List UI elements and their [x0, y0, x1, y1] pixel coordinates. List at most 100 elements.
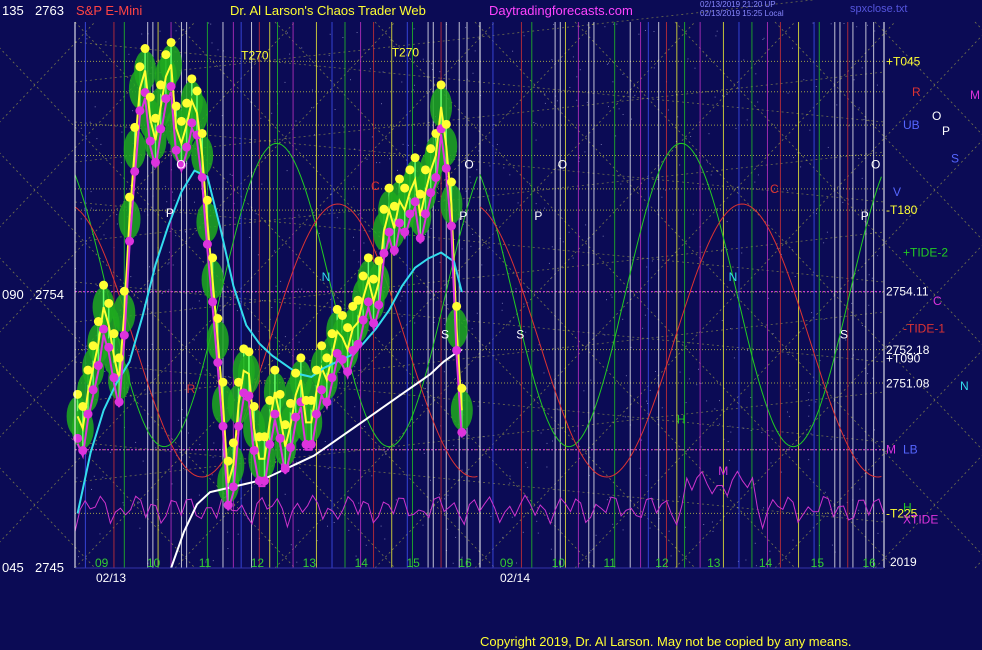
- high-dot: [311, 365, 321, 375]
- star-dot: [807, 399, 809, 401]
- star-dot: [438, 239, 440, 241]
- author-title: Dr. Al Larson's Chaos Trader Web: [230, 3, 426, 18]
- star-dot: [343, 126, 345, 128]
- high-dot: [88, 341, 98, 351]
- star-dot: [284, 81, 286, 83]
- right-level-label: +T045: [886, 54, 921, 68]
- low-dot: [374, 300, 384, 310]
- star-dot: [687, 58, 689, 60]
- high-dot: [187, 74, 197, 84]
- high-dot: [415, 189, 425, 199]
- low-dot: [285, 442, 295, 452]
- y-tick-value: 2745: [35, 560, 64, 575]
- low-dot: [182, 142, 192, 152]
- star-dot: [515, 288, 517, 290]
- right-level-label: S: [951, 152, 959, 166]
- chart-canvas: 090 2754045 2745 09 10 11 12 13 14 15 16 09 10 11 12 13…: [0, 0, 982, 650]
- star-dot: [161, 293, 163, 294]
- chart-letter: T270: [241, 48, 269, 62]
- star-dot: [700, 382, 702, 384]
- star-dot: [826, 231, 828, 233]
- star-dot: [770, 462, 772, 464]
- chart-letter: H: [677, 412, 686, 426]
- star-dot: [311, 107, 313, 109]
- star-dot: [164, 185, 166, 187]
- star-dot: [298, 341, 300, 343]
- high-dot: [93, 317, 103, 327]
- star-dot: [474, 50, 476, 52]
- star-dot: [167, 263, 169, 265]
- x-date-label: 02/13: [96, 571, 126, 585]
- star-dot: [138, 501, 140, 503]
- low-dot: [228, 482, 238, 492]
- high-dot: [369, 274, 379, 284]
- star-dot: [584, 151, 586, 153]
- data-file-name: spxclose.txt: [850, 3, 908, 15]
- star-dot: [503, 167, 505, 169]
- star-dot: [318, 232, 320, 234]
- star-dot: [368, 357, 370, 359]
- star-dot: [595, 534, 597, 536]
- star-dot: [402, 143, 404, 145]
- star-dot: [210, 23, 212, 25]
- star-dot: [423, 452, 425, 454]
- star-dot: [443, 371, 445, 373]
- site-link[interactable]: Daytradingforecasts.com: [489, 3, 633, 18]
- high-dot: [125, 192, 135, 202]
- star-dot: [548, 262, 550, 264]
- star-dot: [831, 544, 833, 546]
- star-dot: [536, 520, 538, 522]
- star-dot: [696, 384, 698, 386]
- star-dot: [465, 190, 467, 192]
- star-dot: [622, 318, 624, 320]
- high-dot: [374, 256, 384, 266]
- low-dot: [457, 427, 467, 437]
- high-dot: [150, 113, 160, 123]
- star-dot: [212, 560, 214, 562]
- star-dot: [808, 405, 810, 407]
- star-dot: [350, 79, 351, 81]
- star-dot: [470, 182, 472, 184]
- star-dot: [604, 26, 606, 28]
- star-dot: [551, 59, 553, 61]
- star-dot: [371, 475, 373, 477]
- star-dot: [389, 158, 390, 160]
- right-level-label: -T180: [886, 203, 918, 217]
- star-dot: [447, 304, 449, 306]
- star-dot: [227, 548, 229, 549]
- star-dot: [546, 442, 548, 444]
- low-dot: [73, 433, 83, 443]
- star-dot: [139, 527, 141, 529]
- star-dot: [329, 33, 331, 35]
- star-dot: [369, 68, 371, 70]
- high-dot: [452, 301, 462, 311]
- star-dot: [354, 406, 356, 408]
- high-dot: [389, 201, 399, 211]
- star-dot: [334, 109, 336, 110]
- star-dot: [166, 201, 168, 203]
- star-dot: [793, 157, 794, 159]
- high-dot: [83, 365, 93, 375]
- star-dot: [616, 23, 618, 25]
- star-dot: [444, 498, 446, 500]
- high-dot: [161, 50, 171, 60]
- high-dot: [337, 310, 347, 320]
- star-dot: [88, 451, 90, 453]
- star-dot: [279, 345, 281, 347]
- star-dot: [858, 359, 860, 361]
- star-dot: [706, 400, 708, 402]
- high-dot: [119, 286, 129, 296]
- high-dot: [358, 271, 368, 281]
- star-dot: [78, 556, 79, 558]
- star-dot: [472, 72, 474, 74]
- star-dot: [787, 353, 789, 355]
- timestamp-update: 02/13/2019 21:20 UP: [700, 0, 776, 9]
- low-dot: [306, 439, 316, 449]
- star-dot: [237, 533, 239, 535]
- star-dot: [815, 401, 817, 403]
- star-dot: [754, 181, 756, 183]
- low-dot: [379, 248, 389, 258]
- star-dot: [874, 429, 875, 431]
- low-dot: [166, 81, 176, 91]
- star-dot: [94, 106, 96, 108]
